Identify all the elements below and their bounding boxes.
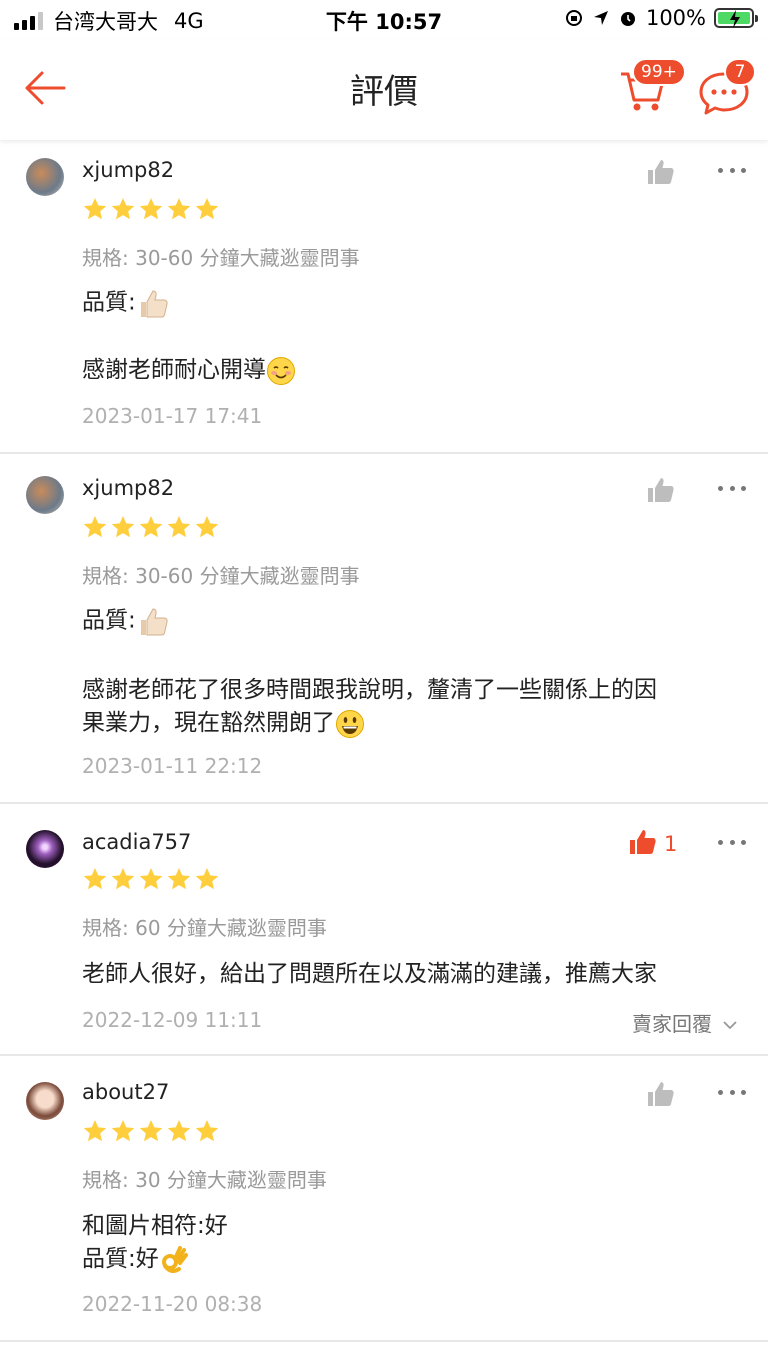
alarm-icon (620, 12, 635, 26)
top-nav-bar: 評價 99+ 7 (0, 40, 768, 140)
thumbs-up-icon[interactable] (628, 828, 658, 856)
review-item: xjump82 規格: 30-60 分鐘大藏逖靈問事 品質: 感謝老師耐心開導 … (0, 142, 768, 454)
review-time: 2023-01-17 17:41 (82, 404, 263, 428)
status-bar: 台湾大哥大 4G 下午 10:57 100% (0, 0, 768, 40)
star-icon (110, 196, 136, 222)
thumbs-up-icon[interactable] (646, 1080, 676, 1108)
battery-icon (714, 8, 758, 28)
thumbs-up-emoji-icon (136, 604, 170, 638)
star-icon (138, 866, 164, 892)
avatar (26, 830, 64, 868)
like-count: 1 (664, 832, 678, 856)
variation-text: 規格: 60 分鐘大藏逖靈問事 (82, 916, 327, 940)
location-icon (593, 11, 608, 25)
star-icon (110, 514, 136, 540)
star-icon (138, 1118, 164, 1144)
username: xjump82 (82, 158, 175, 182)
star-icon (166, 514, 192, 540)
review-text: 老師人很好，給出了問題所在以及滿滿的建議，推薦大家 (82, 961, 657, 987)
star-icon (194, 1118, 220, 1144)
seller-reply-toggle[interactable]: 賣家回覆 (632, 1008, 738, 1037)
review-item: xjump82 規格: 30-60 分鐘大藏逖靈問事 品質: 感謝老師花了很多時… (0, 456, 768, 804)
username: about27 (82, 1080, 170, 1104)
avatar (26, 1082, 64, 1120)
review-time: 2022-12-09 11:11 (82, 1008, 263, 1032)
star-icon (82, 514, 108, 540)
quality-label: 品質: (82, 607, 136, 634)
star-icon (110, 866, 136, 892)
review-text-line-end: 果業力，現在豁然開朗了 (82, 707, 746, 740)
variation-text: 規格: 30-60 分鐘大藏逖靈問事 (82, 246, 360, 270)
review-quality: 品質: (82, 286, 746, 320)
more-options-icon[interactable] (718, 168, 746, 176)
star-icon (82, 866, 108, 892)
username: xjump82 (82, 476, 175, 500)
more-options-icon[interactable] (718, 486, 746, 494)
review-text-line: 和圖片相符:好 (82, 1213, 228, 1239)
review-text-body: 感謝老師耐心開導 (82, 357, 266, 383)
review-text-line: 果業力，現在豁然開朗了 (82, 710, 335, 736)
star-icon (194, 514, 220, 540)
chat-badge: 7 (724, 58, 756, 86)
review-text: 和圖片相符:好 品質:好 (82, 1210, 746, 1276)
review-text-line: 品質:好 (82, 1246, 159, 1272)
star-icon (138, 514, 164, 540)
cart-badge: 99+ (632, 58, 686, 86)
star-icon (166, 866, 192, 892)
seller-reply-label: 賣家回覆 (632, 1012, 712, 1036)
star-icon (138, 196, 164, 222)
review-quality: 品質: (82, 604, 746, 638)
thumbs-up-emoji-icon (136, 286, 170, 320)
rating-stars (82, 514, 220, 540)
rating-stars (82, 1118, 220, 1144)
rating-stars (82, 196, 220, 222)
star-icon (82, 196, 108, 222)
review-time: 2022-11-20 08:38 (82, 1292, 263, 1316)
star-icon (110, 1118, 136, 1144)
more-options-icon[interactable] (718, 1090, 746, 1098)
variation-text: 規格: 30 分鐘大藏逖靈問事 (82, 1168, 327, 1192)
rating-stars (82, 866, 220, 892)
smiling-face-emoji-icon (267, 356, 295, 385)
more-options-icon[interactable] (718, 840, 746, 848)
grinning-face-emoji-icon (336, 709, 364, 738)
star-icon (194, 866, 220, 892)
ok-hand-emoji-icon (161, 1245, 188, 1273)
review-item: about27 規格: 30 分鐘大藏逖靈問事 和圖片相符:好 品質:好 202… (0, 1058, 768, 1342)
thumbs-up-icon[interactable] (646, 158, 676, 186)
avatar (26, 158, 64, 196)
review-text: 感謝老師耐心開導 (82, 354, 746, 387)
quality-label: 品質: (82, 289, 136, 316)
avatar (26, 476, 64, 514)
star-icon (82, 1118, 108, 1144)
rotation-lock-icon (565, 10, 582, 26)
review-text: 感謝老師花了很多時間跟我說明，釐清了一些關係上的因 果業力，現在豁然開朗了 (82, 674, 746, 740)
variation-text: 規格: 30-60 分鐘大藏逖靈問事 (82, 564, 360, 588)
review-time: 2023-01-11 22:12 (82, 754, 263, 778)
star-icon (194, 196, 220, 222)
battery-percent: 100% (645, 6, 706, 30)
chevron-down-icon (723, 1021, 737, 1030)
review-text-line-end: 品質:好 (82, 1243, 746, 1276)
review-item: acadia757 1 規格: 60 分鐘大藏逖靈問事 老師人很好，給出了問題所… (0, 806, 768, 1056)
username: acadia757 (82, 830, 192, 854)
thumbs-up-icon[interactable] (646, 476, 676, 504)
star-icon (166, 1118, 192, 1144)
star-icon (166, 196, 192, 222)
review-text-line: 感謝老師花了很多時間跟我說明，釐清了一些關係上的因 (82, 677, 657, 703)
